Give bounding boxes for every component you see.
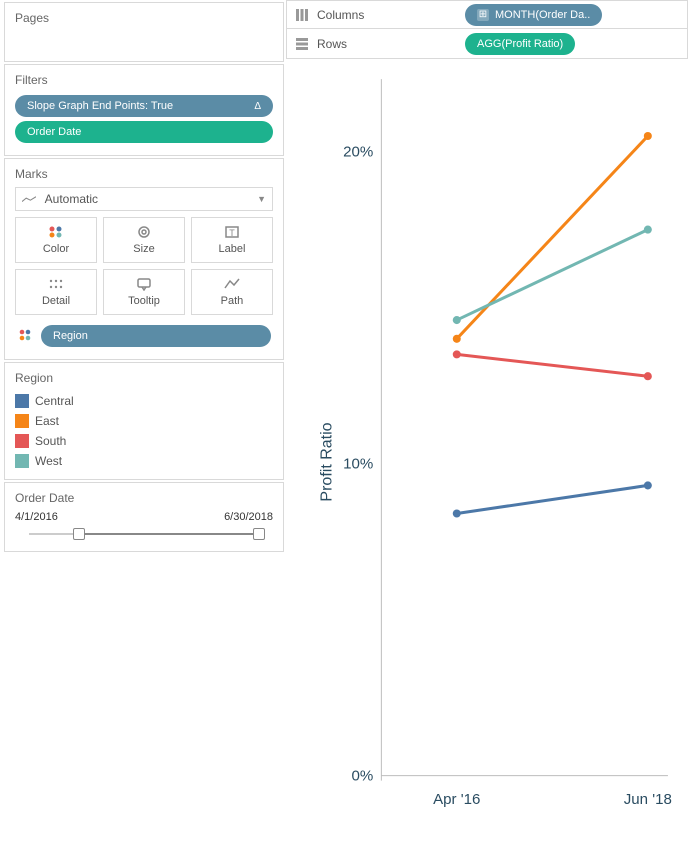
marks-label-button[interactable]: T Label bbox=[191, 217, 273, 263]
plus-icon: ⊞ bbox=[477, 9, 489, 21]
path-icon bbox=[223, 277, 241, 291]
marks-region-row[interactable]: Region bbox=[15, 321, 273, 351]
pages-title: Pages bbox=[15, 11, 273, 25]
legend-label: Central bbox=[35, 394, 74, 408]
marks-title: Marks bbox=[15, 167, 273, 181]
legend-swatch bbox=[15, 394, 29, 408]
filter-pill-orderdate-text: Order Date bbox=[27, 126, 81, 138]
series-line bbox=[457, 136, 648, 339]
legend-panel: Region Central East South West bbox=[4, 362, 284, 480]
marks-detail-button[interactable]: Detail bbox=[15, 269, 97, 315]
data-point bbox=[644, 132, 652, 140]
rows-icon bbox=[295, 37, 309, 51]
region-dimension-pill[interactable]: Region bbox=[41, 325, 271, 347]
marks-size-label: Size bbox=[133, 243, 154, 255]
filter-pill-orderdate[interactable]: Order Date bbox=[15, 121, 273, 143]
columns-shelf[interactable]: Columns ⊞ MONTH(Order Da.. bbox=[286, 0, 688, 29]
columns-icon bbox=[295, 8, 309, 22]
marks-tooltip-label: Tooltip bbox=[128, 295, 160, 307]
legend-swatch bbox=[15, 414, 29, 428]
rows-shelf-label: Rows bbox=[317, 37, 347, 51]
legend-item[interactable]: South bbox=[15, 431, 273, 451]
rows-shelf[interactable]: Rows AGG(Profit Ratio) bbox=[286, 29, 688, 58]
legend-item[interactable]: East bbox=[15, 411, 273, 431]
order-date-filter-panel: Order Date 4/1/2016 6/30/2018 bbox=[4, 482, 284, 552]
svg-text:T: T bbox=[229, 228, 235, 238]
legend-swatch bbox=[15, 454, 29, 468]
filter-pill-slope-text: Slope Graph End Points: True bbox=[27, 100, 173, 112]
color-icon bbox=[47, 225, 65, 239]
data-point bbox=[453, 316, 461, 324]
marks-path-label: Path bbox=[221, 295, 244, 307]
columns-shelf-label: Columns bbox=[317, 8, 364, 22]
label-icon: T bbox=[223, 225, 241, 239]
legend-title: Region bbox=[15, 371, 273, 385]
marks-type-label: Automatic bbox=[45, 192, 98, 206]
data-point bbox=[453, 509, 461, 517]
color-icon bbox=[17, 327, 33, 346]
marks-color-button[interactable]: Color bbox=[15, 217, 97, 263]
legend-label: West bbox=[35, 454, 62, 468]
legend-swatch bbox=[15, 434, 29, 448]
y-axis-title: Profit Ratio bbox=[319, 423, 337, 502]
legend-item[interactable]: West bbox=[15, 451, 273, 471]
filter-pill-slope[interactable]: Slope Graph End Points: True Δ bbox=[15, 95, 273, 117]
data-point bbox=[644, 372, 652, 380]
marks-size-button[interactable]: Size bbox=[103, 217, 185, 263]
data-point bbox=[644, 481, 652, 489]
slider-handle-start[interactable] bbox=[73, 528, 85, 540]
line-icon bbox=[22, 192, 36, 206]
x-tick-label: Jun '18 bbox=[624, 790, 672, 807]
date-end-label: 6/30/2018 bbox=[224, 511, 273, 523]
y-tick-label: 0% bbox=[352, 767, 374, 784]
rows-pill[interactable]: AGG(Profit Ratio) bbox=[465, 33, 575, 55]
slider-fill bbox=[75, 533, 259, 535]
marks-detail-label: Detail bbox=[42, 295, 70, 307]
rows-pill-text: AGG(Profit Ratio) bbox=[477, 38, 563, 50]
region-pill-text: Region bbox=[53, 330, 88, 342]
legend-label: South bbox=[35, 434, 66, 448]
columns-pill-text: MONTH(Order Da.. bbox=[495, 9, 590, 21]
filters-title: Filters bbox=[15, 73, 273, 87]
columns-pill[interactable]: ⊞ MONTH(Order Da.. bbox=[465, 4, 602, 26]
order-date-title: Order Date bbox=[15, 491, 273, 505]
series-line bbox=[457, 354, 648, 376]
data-point bbox=[453, 334, 461, 342]
detail-icon bbox=[47, 277, 65, 291]
y-tick-label: 20% bbox=[343, 143, 373, 160]
pages-panel: Pages bbox=[4, 2, 284, 62]
marks-tooltip-button[interactable]: Tooltip bbox=[103, 269, 185, 315]
marks-path-button[interactable]: Path bbox=[191, 269, 273, 315]
chevron-down-icon: ▼ bbox=[257, 194, 266, 204]
delta-icon: Δ bbox=[254, 101, 261, 112]
date-start-label: 4/1/2016 bbox=[15, 511, 58, 523]
y-tick-label: 10% bbox=[343, 455, 373, 472]
slider-handle-end[interactable] bbox=[253, 528, 265, 540]
marks-panel: Marks Automatic ▼ Color Size T Label bbox=[4, 158, 284, 360]
tooltip-icon bbox=[135, 277, 153, 291]
filters-panel: Filters Slope Graph End Points: True Δ O… bbox=[4, 64, 284, 156]
data-point bbox=[453, 350, 461, 358]
legend-item[interactable]: Central bbox=[15, 391, 273, 411]
marks-type-select[interactable]: Automatic ▼ bbox=[15, 187, 273, 211]
legend-label: East bbox=[35, 414, 59, 428]
data-point bbox=[644, 225, 652, 233]
slope-chart: 0% 10% 20% Apr '16 Jun '18 bbox=[316, 69, 678, 856]
marks-color-label: Color bbox=[43, 243, 69, 255]
date-range-slider[interactable] bbox=[15, 525, 273, 543]
x-tick-label: Apr '16 bbox=[433, 790, 480, 807]
chart-area: Profit Ratio 0% 10% 20% Apr '16 Jun '18 bbox=[286, 59, 688, 866]
marks-label-label: Label bbox=[219, 243, 246, 255]
series-line bbox=[457, 485, 648, 513]
size-icon bbox=[135, 225, 153, 239]
series-line bbox=[457, 229, 648, 319]
